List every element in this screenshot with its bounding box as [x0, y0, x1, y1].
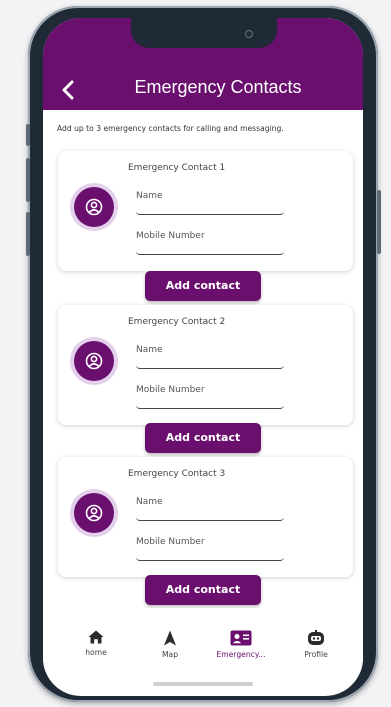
bottom-nav: home Map Emergency... Profile	[43, 608, 363, 672]
contact-card: Emergency Contact 1 Name Mobile Number	[58, 151, 353, 271]
contact-card: Emergency Contact 2 Name Mobile Number	[58, 305, 353, 425]
nav-item-emergency[interactable]: Emergency...	[206, 630, 276, 659]
mobile-number-field-underline	[136, 249, 284, 255]
name-field-underline	[136, 209, 284, 215]
user-circle-icon	[85, 352, 103, 370]
navigation-arrow-icon	[164, 630, 176, 646]
contact-card-title: Emergency Contact 3	[128, 469, 226, 479]
add-contact-button[interactable]: Add contact	[145, 271, 261, 301]
home-icon	[88, 630, 104, 644]
app-header: Emergency Contacts	[43, 18, 363, 110]
contact-card-title: Emergency Contact 2	[128, 317, 226, 327]
contact-card-title: Emergency Contact 1	[128, 163, 226, 173]
nav-item-map[interactable]: Map	[135, 630, 205, 659]
phone-notch	[131, 18, 277, 48]
nav-label-profile: Profile	[304, 650, 328, 659]
nav-label-emergency: Emergency...	[216, 650, 266, 659]
name-field[interactable]: Name	[136, 345, 163, 355]
mobile-number-field-underline	[136, 555, 284, 561]
robot-face-icon	[308, 630, 324, 645]
nav-label-home: home	[85, 648, 107, 657]
nav-label-map: Map	[161, 650, 179, 659]
page-title: Emergency Contacts	[134, 77, 302, 97]
side-button	[26, 158, 30, 202]
avatar	[74, 187, 114, 227]
intro-text: Add up to 3 emergency contacts for calli…	[57, 124, 284, 133]
add-contact-button[interactable]: Add contact	[145, 575, 261, 605]
name-field-underline	[136, 515, 284, 521]
user-circle-icon	[85, 198, 103, 216]
home-indicator	[153, 682, 253, 686]
app-screen: Emergency Contacts Add up to 3 emergency…	[43, 18, 363, 696]
mobile-number-field[interactable]: Mobile Number	[136, 231, 205, 241]
avatar	[74, 341, 114, 381]
nav-item-home[interactable]: home	[61, 630, 131, 657]
contact-card: Emergency Contact 3 Name Mobile Number	[58, 457, 353, 577]
mobile-number-field[interactable]: Mobile Number	[136, 537, 205, 547]
user-circle-icon	[85, 504, 103, 522]
mobile-number-field-underline	[136, 403, 284, 409]
name-field[interactable]: Name	[136, 191, 163, 201]
name-field[interactable]: Name	[136, 497, 163, 507]
mobile-number-field[interactable]: Mobile Number	[136, 385, 205, 395]
nav-item-profile[interactable]: Profile	[281, 630, 351, 659]
camera-icon	[245, 30, 253, 38]
contact-card-icon	[230, 630, 252, 646]
add-contact-button[interactable]: Add contact	[145, 423, 261, 453]
side-button	[26, 212, 30, 256]
side-button	[26, 124, 30, 146]
avatar	[74, 493, 114, 533]
name-field-underline	[136, 363, 284, 369]
chevron-left-icon	[62, 80, 74, 100]
back-button[interactable]	[61, 76, 81, 102]
side-button	[377, 190, 381, 254]
